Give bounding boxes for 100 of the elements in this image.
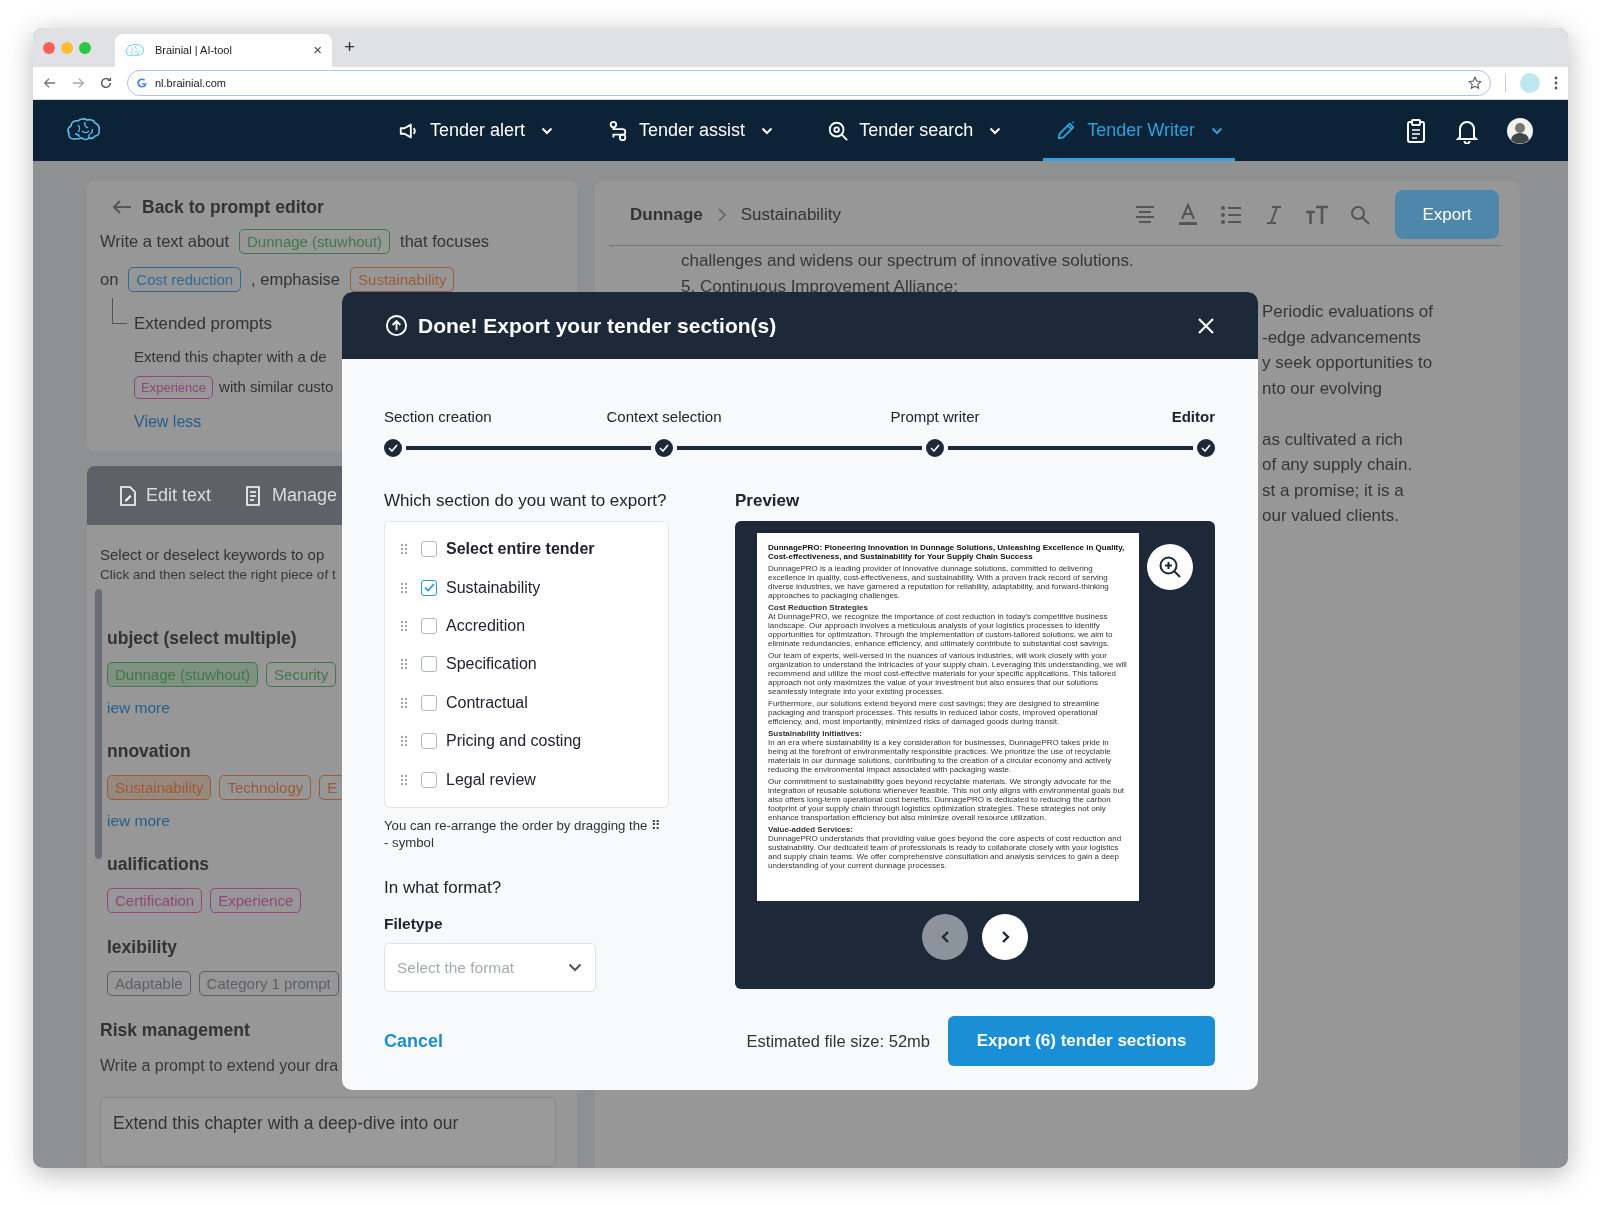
format-question: In what format? [384,876,503,899]
keyword-tag[interactable]: Experience [210,887,302,913]
drag-handle-icon[interactable] [400,658,408,671]
back-link[interactable]: Back to prompt editor [142,193,324,221]
editor-text-line: 5. Continuous Improvement Alliance: [681,275,959,298]
zoom-in-button[interactable] [1147,544,1193,590]
section-label: Accredition [446,615,526,636]
back-arrow-icon[interactable] [112,199,132,215]
prompt-tag[interactable]: Cost reduction [128,266,242,292]
italic-icon[interactable] [1265,204,1282,225]
zoom-window-dot[interactable] [79,42,91,54]
drag-handle-icon[interactable] [400,543,408,556]
checkbox[interactable] [421,694,437,711]
breadcrumb-item[interactable]: Sustainability [740,201,841,228]
prompt-tag[interactable]: Dunnage (stuwhout) [239,228,391,254]
nav-tab[interactable]: Tender alert [386,100,566,161]
avatar-icon[interactable] [1506,116,1534,145]
minimize-window-dot[interactable] [61,42,73,54]
tab-title: Brainial | AI-tool [155,43,233,59]
drag-handle-icon[interactable] [400,696,408,709]
caret-icon [989,126,1002,135]
editor-text-line: of any supply chain. [1262,454,1414,476]
document-paragraph: Our commitment to sustainability goes beyond recyclable materials. We strongly advocate for the integration of reusable solutions whenever feasible. This not only aligns with environmental goals but also offers long-term operational cost benefits. DunnagePRO is dedicated to reducing the carbon footprint of your supply chain through logistics optimization strategies. These strategies not only enhance transportation efficiency but also minimize overall resource utilization. [768,777,1126,822]
section-label: Select entire tender [446,539,595,560]
checkbox[interactable] [421,771,437,788]
export-sections-button[interactable]: Export (6) tender sections [948,1016,1215,1066]
text-color-icon[interactable] [1176,202,1199,227]
document-heading: Value-added Services: [768,825,854,834]
prompt-text: with similar custo [219,376,334,397]
drag-handle-icon[interactable] [400,581,408,594]
search-icon [827,119,850,142]
prompt-text: that focuses [400,230,490,252]
section-question: Which section do you want to export? [384,490,668,512]
reload-icon[interactable] [99,76,113,90]
bullet-list-icon[interactable] [1219,204,1242,225]
editor-text-line: our valued clients. [1262,505,1401,527]
tab-close[interactable]: × [313,39,322,62]
zoom-in-icon [1158,555,1182,579]
search-icon[interactable] [1349,204,1370,225]
breadcrumb-item[interactable]: Dunnage [630,201,703,228]
group-title: ubject (select multiple) [107,627,297,650]
back-icon[interactable] [43,76,57,90]
checkbox[interactable] [421,656,437,673]
drag-handle-icon[interactable] [400,619,408,632]
section-label: Legal review [446,769,536,790]
extended-prompts-title: Extended prompts [134,312,272,335]
drag-handle-icon[interactable] [400,773,408,786]
prompt-hint: Write a prompt to extend your dra [100,1056,339,1076]
prompt-tag[interactable]: Experience [134,375,214,399]
previous-button[interactable] [922,914,968,960]
editor-tab[interactable]: Manage [245,482,338,509]
cancel-button[interactable]: Cancel [384,1027,444,1055]
view-more-link[interactable]: iew more [107,809,170,833]
keyword-tag[interactable]: Technology [219,774,312,800]
new-tab-button[interactable]: + [344,32,356,61]
step-label: Context selection [606,407,722,427]
keywords-hint: Click and then select the right piece of t [100,566,336,584]
clipboard-icon[interactable] [1404,117,1428,144]
keyword-tag[interactable]: Security [266,661,337,687]
checkbox[interactable] [421,733,437,750]
group-title: lexibility [107,936,178,959]
star-icon[interactable] [1468,76,1482,90]
checkbox[interactable] [421,579,437,596]
keyword-tag[interactable]: Certification [107,887,203,913]
caret-icon [1210,126,1223,135]
keyword-tag[interactable]: Category 1 prompt [198,970,339,996]
caret-icon [761,126,774,135]
scrollbar[interactable] [95,589,102,859]
close-window-dot[interactable] [43,42,55,54]
document-heading: Sustainability Initiatives: [768,729,863,738]
checkbox[interactable] [421,541,437,558]
document-paragraph: DunnagePRO understands that providing value goes beyond the core aspects of cost reduction and sustainability. Our dedicated team of professionals is ready to collaborate closely with your logistics and supply chain teams. We offer comprehensive consultation and analysis services to gain a deep understanding of your current dunnage processes. [768,834,1123,870]
nav-tab[interactable]: Tender search [815,100,1014,161]
editor-text-line: -edge advancements [1262,326,1422,349]
file-edit-icon [119,485,137,506]
nav-tab[interactable]: Tender assist [595,100,786,161]
drag-handle-icon[interactable] [400,735,408,748]
nav-tab[interactable]: Tender Writer [1043,100,1235,161]
next-button[interactable] [982,914,1028,960]
chevron-left-icon [939,930,951,944]
prompt-field[interactable]: Extend this chapter with a deep-dive into our [100,1097,556,1167]
view-less-link[interactable]: View less [134,410,202,434]
forward-icon[interactable] [71,76,85,90]
view-more-link[interactable]: iew more [107,696,170,720]
section-title: Risk management [100,1019,250,1042]
filetype-select[interactable]: Select the format [384,943,596,993]
align-center-icon[interactable] [1133,203,1156,226]
export-button[interactable]: Export [1395,190,1499,239]
prompt-text: , emphasise [251,268,341,290]
document-paragraph: At DunnagePRO, we recognize the importance of cost reduction in today's competitive business landscape. Our approach involves a meticulous analysis of your logistics processes to identify opportunities for optimization. Through the implementation of custom-tailored solutions, we aim to eliminate redundancies, enhance efficiency, and ultimately contribute to substantial cost savings. [768,612,1114,648]
keyword-tag[interactable]: Adaptable [107,970,191,996]
font-size-icon[interactable] [1304,204,1329,225]
browser-tab[interactable]: Brainial | AI-tool × [115,34,332,67]
editor-tab[interactable]: Edit text [119,482,212,509]
prompt-text: on [100,268,119,290]
prompt-tag[interactable]: Sustainability [350,266,455,292]
checkbox[interactable] [421,617,437,634]
editor-text-line: nto our evolving [1262,377,1384,400]
more-icon[interactable] [1554,76,1558,90]
editor-text-line: as cultivated a rich [1262,428,1404,451]
